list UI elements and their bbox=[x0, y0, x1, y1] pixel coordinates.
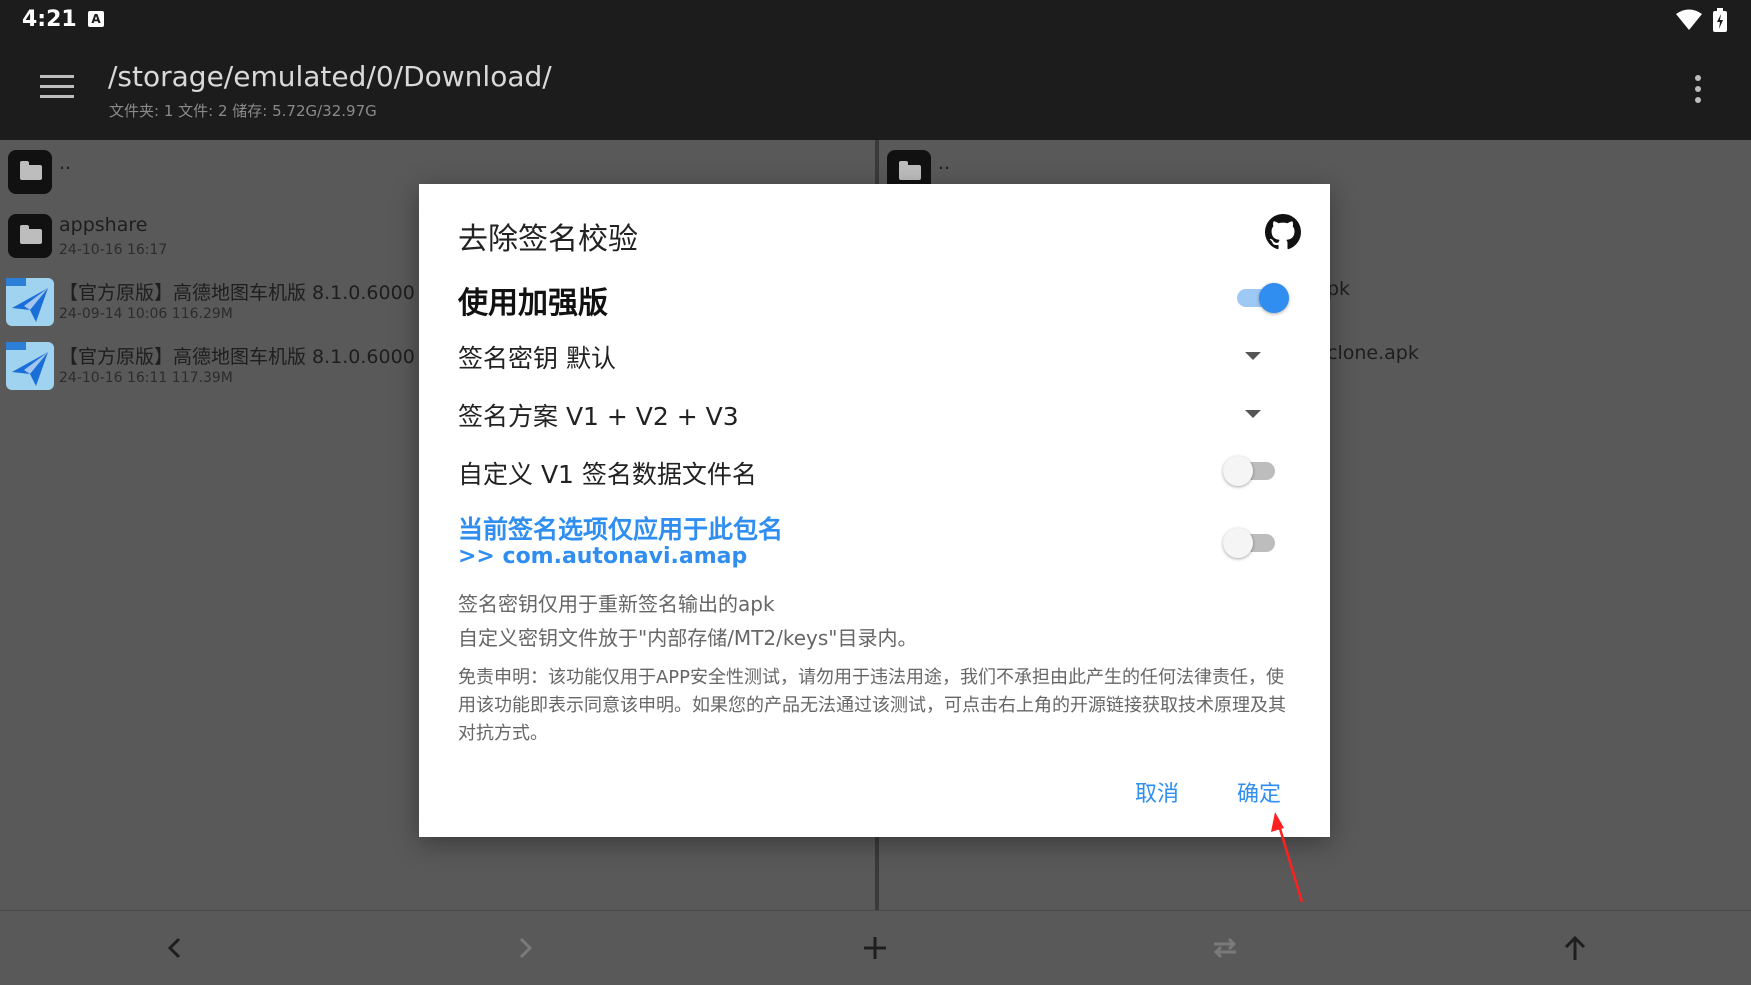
remove-signature-dialog: 去除签名校验 使用加强版 签名密钥 默认 签名方案 V1 + V2 + V3 自… bbox=[419, 184, 1330, 837]
file-name: 【官方原版】高德地图车机版 8.1.0.6000 bbox=[59, 282, 415, 304]
key-note: 签名密钥仅用于重新签名输出的apk bbox=[458, 592, 775, 616]
battery-icon bbox=[1713, 8, 1727, 32]
amap-app-icon bbox=[6, 342, 54, 390]
disclaimer-text: 免责申明：该功能仅用于APP安全性测试，请勿用于违法用途，我们不承担由此产生的任… bbox=[458, 667, 1286, 744]
file-name: clone.apk bbox=[1327, 342, 1419, 364]
key-location-note: 自定义密钥文件放于"内部存储/MT2/keys"目录内。 bbox=[458, 626, 918, 650]
dialog-title: 去除签名校验 bbox=[458, 222, 638, 257]
chevron-down-icon[interactable] bbox=[1245, 352, 1261, 360]
folder-icon bbox=[8, 214, 52, 258]
overflow-menu-icon[interactable] bbox=[1695, 75, 1703, 105]
status-bar: 4:21 A bbox=[0, 0, 1751, 40]
github-icon[interactable] bbox=[1265, 214, 1301, 250]
package-only-label: 当前签名选项仅应用于此包名 bbox=[458, 515, 784, 544]
cancel-button[interactable]: 取消 bbox=[1135, 776, 1179, 808]
back-chevron-icon[interactable] bbox=[160, 933, 190, 963]
forward-chevron-icon[interactable] bbox=[510, 933, 540, 963]
file-meta: 24-10-16 16:11 117.39M bbox=[59, 370, 233, 386]
folder-icon bbox=[8, 150, 52, 194]
bottom-toolbar bbox=[0, 910, 1751, 985]
file-name: 【官方原版】高德地图车机版 8.1.0.6000 bbox=[59, 346, 415, 368]
package-only-switch[interactable] bbox=[1223, 524, 1279, 560]
amap-app-icon bbox=[6, 278, 54, 326]
file-meta: 24-09-14 10:06 116.29M bbox=[59, 306, 233, 322]
enhanced-mode-switch[interactable] bbox=[1233, 279, 1289, 315]
up-arrow-icon[interactable] bbox=[1560, 933, 1590, 963]
app-bar: /storage/emulated/0/Download/ 文件夹: 1 文件:… bbox=[0, 40, 1751, 140]
file-name: .. bbox=[59, 152, 72, 174]
file-meta: 24-10-16 16:17 bbox=[59, 242, 168, 258]
hamburger-menu-icon[interactable] bbox=[40, 75, 74, 105]
signing-scheme-dropdown[interactable]: 签名方案 V1 + V2 + V3 bbox=[458, 397, 739, 433]
file-name: .. bbox=[938, 152, 951, 174]
swap-panes-icon[interactable] bbox=[1210, 933, 1240, 963]
input-method-icon: A bbox=[88, 11, 104, 27]
chevron-down-icon[interactable] bbox=[1245, 410, 1261, 418]
enhanced-mode-label: 使用加强版 bbox=[458, 286, 608, 321]
custom-v1-switch[interactable] bbox=[1223, 452, 1279, 488]
custom-v1-label: 自定义 V1 签名数据文件名 bbox=[458, 460, 757, 489]
confirm-button[interactable]: 确定 bbox=[1237, 776, 1281, 808]
storage-summary: 文件夹: 1 文件: 2 储存: 5.72G/32.97G bbox=[109, 102, 377, 120]
wifi-icon bbox=[1676, 9, 1702, 30]
package-name: >> com.autonavi.amap bbox=[458, 544, 748, 569]
add-icon[interactable] bbox=[860, 933, 890, 963]
current-path: /storage/emulated/0/Download/ bbox=[108, 60, 552, 93]
status-time: 4:21 bbox=[22, 7, 77, 32]
file-name: appshare bbox=[59, 214, 148, 236]
signing-key-dropdown[interactable]: 签名密钥 默认 bbox=[458, 339, 616, 375]
file-name: pk bbox=[1327, 278, 1351, 300]
